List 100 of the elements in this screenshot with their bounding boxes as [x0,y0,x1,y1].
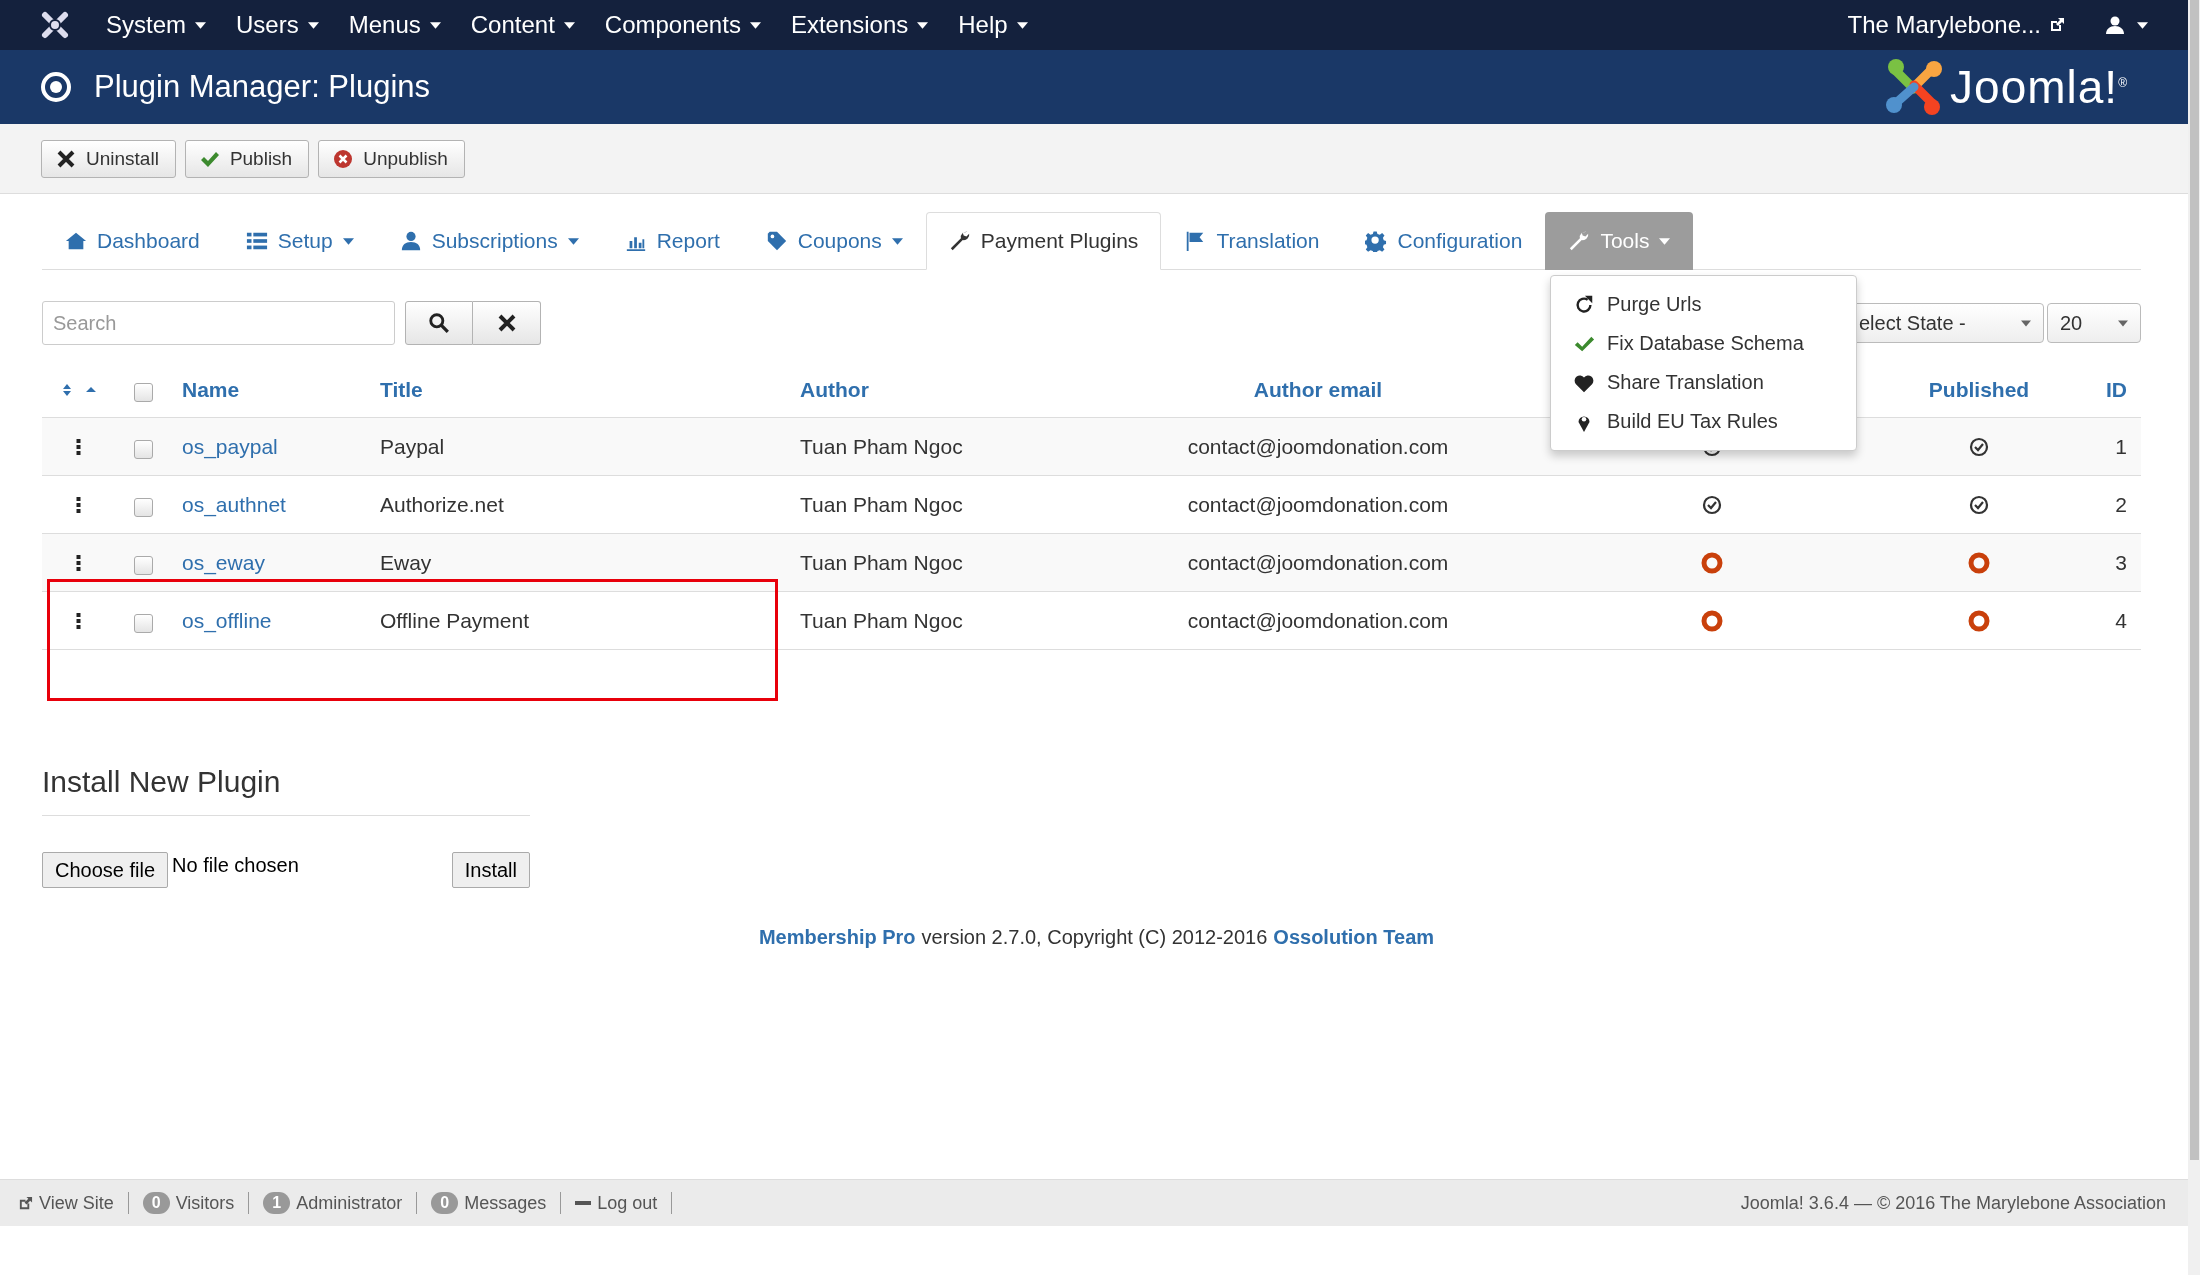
caret-icon [891,237,903,245]
off-circle-icon[interactable] [1968,609,1990,632]
drag-handle-icon[interactable] [76,612,81,629]
column-header[interactable]: Published [1928,377,2030,402]
caret-icon [2021,319,2031,327]
count-badge: 0 [431,1192,459,1214]
checkbox[interactable] [134,556,153,575]
off-circle-icon[interactable] [1701,609,1723,632]
nav-tab[interactable]: Payment Plugins [925,212,1162,270]
nav-tab[interactable]: Translation [1161,212,1343,270]
file-status: No file chosen [172,854,299,877]
status-link[interactable]: View Site [39,1192,114,1214]
menu-item[interactable]: Content [470,11,575,39]
list-icon [245,230,268,252]
search-button[interactable] [405,301,473,345]
nav-tab[interactable]: Report [601,212,743,270]
check-circle-icon[interactable] [1969,436,1989,457]
nav-tab[interactable]: Configuration [1342,212,1546,270]
tag-icon [765,230,788,252]
caret-icon [1659,237,1671,245]
menu-item[interactable]: Menus [348,11,441,39]
copyright-text: version 2.7.0, Copyright (C) 2012-2016 [921,926,1268,949]
checkbox[interactable] [134,498,153,517]
toolbar-button[interactable]: Uninstall [41,139,176,178]
menu-item[interactable]: Users [236,11,319,39]
user-icon [399,230,422,252]
menu-item[interactable]: System [106,11,206,39]
menu-item[interactable]: Share Translation [1551,363,1856,402]
table-cell: Eway [380,550,432,575]
page-title: Plugin Manager: Plugins [94,69,431,105]
nav-tab[interactable]: Setup [222,212,377,270]
off-circle-icon[interactable] [1968,551,1990,574]
column-header[interactable]: Name [182,377,240,402]
product-link[interactable]: Membership Pro [758,926,916,949]
table-cell: Tuan Pham Ngoc [800,608,963,633]
external-link-icon [18,1195,33,1211]
status-link[interactable]: Administrator [296,1192,403,1214]
off-circle-icon[interactable] [1701,551,1723,574]
table-cell: 1 [2115,434,2127,459]
clear-button[interactable] [473,301,541,345]
menu-item[interactable]: Extensions [790,11,929,39]
caret-icon [567,237,579,245]
team-link[interactable]: Ossolution Team [1273,926,1435,949]
install-button[interactable]: Install [451,852,530,888]
search-field[interactable]: Search [42,301,395,345]
nav-tab[interactable]: Subscriptions [376,212,602,270]
toolbar-button[interactable]: Unpublish [318,139,465,178]
limit-select[interactable]: 20 [2047,303,2141,343]
menu-item[interactable]: Help [958,11,1028,39]
caret-icon [917,21,929,29]
choose-file-button[interactable]: Choose file [42,852,169,888]
caret-icon [307,21,319,29]
column-header[interactable]: ID [2106,377,2127,402]
site-link[interactable]: The Marylebone... [1847,11,2065,39]
table-cell: Authorize.net [380,492,504,517]
table-cell: Tuan Pham Ngoc [800,492,963,517]
column-header[interactable]: Author [800,377,869,402]
sort-icon[interactable] [61,382,96,397]
search-icon [428,312,450,334]
user-icon [2105,15,2125,35]
count-badge: 0 [142,1192,170,1214]
caret-icon [563,21,575,29]
check-circle-icon[interactable] [1702,494,1722,515]
cancel-icon [333,148,354,169]
plugin-link[interactable]: os_eway [182,550,265,575]
checkbox[interactable] [134,383,153,402]
drag-handle-icon[interactable] [76,438,81,455]
toolbar-button[interactable]: Publish [184,139,310,178]
table-cell: Paypal [380,434,445,459]
caret-icon [2137,21,2148,29]
plugin-link[interactable]: os_paypal [182,434,278,459]
logo-text: Joomla!$^{®}$ [1950,60,2128,114]
table-cell: 4 [2115,608,2127,633]
check-circle-icon[interactable] [1969,494,1989,515]
drag-handle-icon[interactable] [76,554,81,571]
drag-handle-icon[interactable] [76,496,81,513]
menu-item[interactable]: Components [604,11,761,39]
status-link[interactable]: Messages [464,1192,547,1214]
table-cell: contact@joomdonation.com [1187,550,1449,575]
status-link[interactable]: Log out [597,1192,658,1214]
menu-item[interactable]: Build EU Tax Rules [1551,402,1856,441]
column-header[interactable]: Title [380,377,423,402]
table-cell: Tuan Pham Ngoc [800,434,963,459]
table-cell: 3 [2115,550,2127,575]
plugin-link[interactable]: os_offline [182,608,272,633]
count-badge: 1 [263,1192,291,1214]
user-menu[interactable] [2105,15,2148,35]
logo-icon[interactable] [40,10,70,40]
caret-icon [1016,21,1028,29]
checkbox[interactable] [134,614,153,633]
nav-tab[interactable]: Dashboard [42,212,223,270]
checkbox[interactable] [134,440,153,459]
column-header[interactable]: Author email [1253,377,1383,402]
status-link[interactable]: Visitors [175,1192,235,1214]
caret-icon [429,21,441,29]
refresh-icon [1573,293,1595,316]
wrench-icon [1568,230,1591,252]
nav-tab[interactable]: Coupons [742,212,926,270]
plugin-link[interactable]: os_authnet [182,492,286,517]
section-heading: Install New Plugin [42,765,530,816]
